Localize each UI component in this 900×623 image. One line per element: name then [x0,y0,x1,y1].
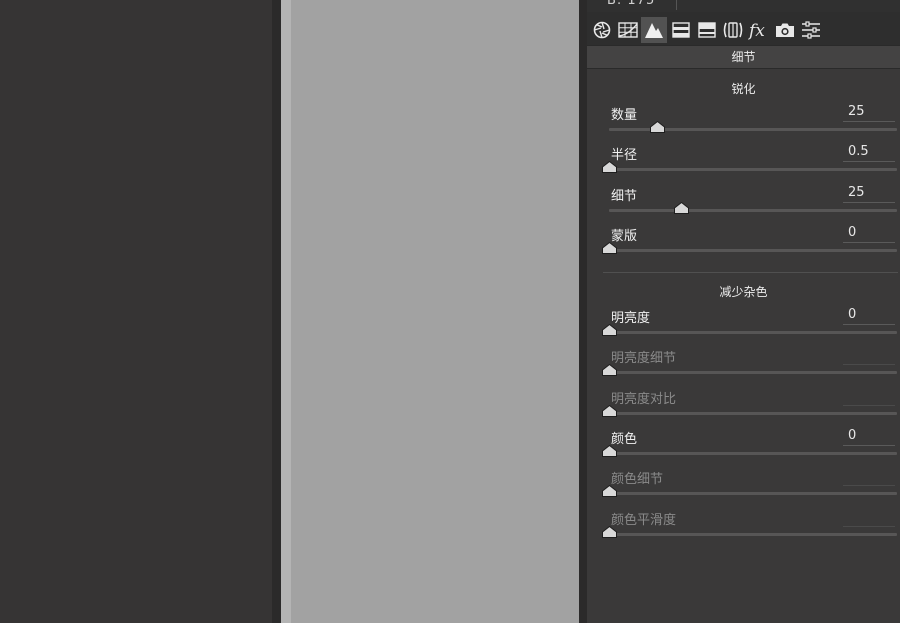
slider-track[interactable] [609,451,897,455]
slider-label: 明亮度对比 [611,391,677,407]
svg-text:fx: fx [748,21,765,40]
preview-border [281,0,291,623]
slider-thumb[interactable] [602,161,617,174]
panel-title: 细节 [587,46,900,69]
split-toning-icon [698,22,716,38]
slider-row: 明亮度细节 [587,347,900,387]
slider-row: 明亮度 0 [587,307,900,347]
tab-split-toning[interactable] [694,17,720,43]
slider-label: 细节 [611,188,638,204]
slider-row: 颜色 0 [587,428,900,468]
presets-sliders-icon [802,21,820,39]
tab-basic[interactable] [589,17,615,43]
noise-reduction-section-title: 减少杂色 [719,285,768,299]
detail-mountain-icon [645,23,663,38]
lens-corrections-icon [723,22,743,38]
tab-hsl[interactable] [668,17,694,43]
slider-thumb[interactable] [674,201,689,214]
slider-label: 颜色细节 [611,472,664,488]
slider-track [609,532,897,536]
camera-calibration-icon [776,23,794,37]
tone-curve-grid-icon [618,22,638,38]
slider-track [609,411,897,415]
image-preview [291,0,579,623]
slider-row: 颜色细节 [587,468,900,508]
slider-track[interactable] [609,168,897,172]
basic-aperture-icon [593,21,611,39]
tab-camera-calibration[interactable] [772,17,798,43]
slider-thumb[interactable] [602,444,617,457]
preview-right-edge [579,0,587,623]
slider-thumb [602,364,617,377]
slider-row: 明亮度对比 [587,388,900,428]
slider-value-input[interactable]: 0 [843,307,895,325]
sharpening-section-title: 锐化 [731,82,756,96]
slider-row: 蒙版 0 [587,225,900,265]
slider-track[interactable] [609,331,897,334]
slider-thumb [602,485,617,498]
rgb-readout-text: B: 175 [607,0,656,8]
slider-thumb [602,525,617,538]
slider-value-input [843,468,895,487]
slider-value-input [843,347,895,366]
hsl-grayscale-icon [672,22,690,38]
rgb-readout: B: 175 [587,0,900,12]
effects-fx-icon: fx [748,21,765,40]
tab-presets[interactable] [798,17,824,43]
slider-label: 数量 [611,108,638,123]
slider-track[interactable] [609,208,897,212]
slider-label: 明亮度细节 [611,351,677,367]
slider-label: 颜色平滑度 [611,512,677,528]
slider-value-input[interactable]: 0.5 [843,144,895,163]
slider-row: 颜色平滑度 [587,509,900,549]
adjustment-panel: B: 175 fx 细节 锐化 数量 25 半径 0.5 细节 25 蒙版 0 … [587,0,900,623]
tab-lens-corrections[interactable] [720,17,746,43]
section-divider [603,272,898,273]
tab-detail[interactable] [641,17,667,43]
rgb-readout-box: B: 175 [587,0,677,10]
slider-thumb[interactable] [602,241,617,254]
slider-value-input[interactable]: 25 [843,185,895,203]
slider-row: 数量 25 [587,104,900,144]
slider-track[interactable] [609,248,897,252]
left-divider [272,0,281,623]
slider-track [609,492,897,496]
left-empty-area [0,0,272,623]
slider-row: 细节 25 [587,185,900,225]
slider-value-input [843,509,895,527]
slider-track [609,371,897,375]
slider-thumb [602,404,617,417]
slider-value-input [843,388,895,406]
tab-tone-curve[interactable] [615,17,641,43]
panel-tab-bar: fx [587,12,900,46]
slider-thumb[interactable] [602,324,617,336]
tab-effects[interactable]: fx [746,17,772,43]
slider-value-input[interactable]: 25 [843,104,895,122]
slider-value-input[interactable]: 0 [843,225,895,243]
slider-thumb[interactable] [650,121,666,133]
slider-row: 半径 0.5 [587,144,900,184]
slider-value-input[interactable]: 0 [843,428,895,446]
